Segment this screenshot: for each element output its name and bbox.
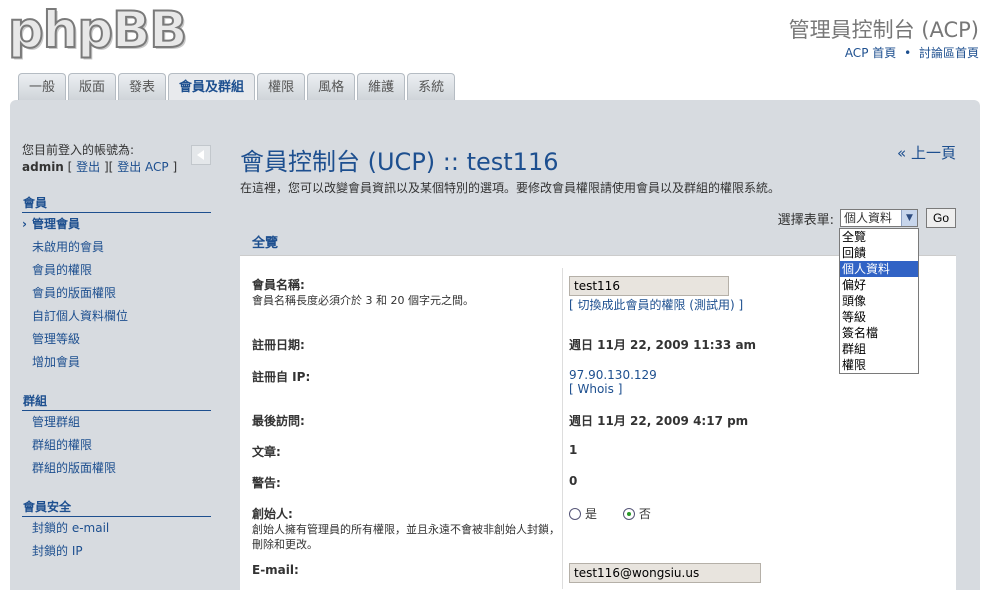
- form-select-value: 個人資料: [843, 211, 892, 225]
- posts-value: 1: [569, 443, 578, 457]
- sidebar-section-users: 會員 管理會員 未啟用的會員 會員的權限 會員的版面權限 自訂個人資料欄位 管理…: [22, 194, 212, 374]
- phpbb-logo: phpBB: [7, 1, 188, 59]
- option-groups[interactable]: 群組: [840, 341, 918, 357]
- founder-desc: 創始人擁有管理員的所有權限，並且永遠不會被非創始人封鎖，刪除和更改。: [252, 523, 560, 551]
- back-link[interactable]: « 上一頁: [897, 142, 956, 163]
- reg-ip-label: 註冊自 IP:: [252, 370, 311, 384]
- last-visit-row: 最後訪問: 週日 11月 22, 2009 4:17 pm: [252, 404, 944, 435]
- founder-yes-label: 是: [585, 507, 598, 521]
- sidebar-item-group-forum-permissions[interactable]: 群組的版面權限: [22, 457, 212, 480]
- sidebar-item-manage-users[interactable]: 管理會員: [22, 213, 212, 236]
- sidebar-item-manage-groups[interactable]: 管理群組: [22, 411, 212, 434]
- sidebar-item-add-user[interactable]: 增加會員: [22, 351, 212, 374]
- form-selector: 選擇表單: 個人資料 ▼ Go: [778, 208, 956, 228]
- sidebar-heading-security: 會員安全: [22, 498, 211, 517]
- form-select[interactable]: 個人資料 ▼: [839, 209, 918, 227]
- email-input[interactable]: [569, 563, 761, 583]
- founder-row: 創始人: 創始人擁有管理員的所有權限，並且永遠不會被非創始人封鎖，刪除和更改。 …: [252, 497, 944, 555]
- main-tabs: 一般 版面 發表 會員及群組 權限 風格 維護 系統: [18, 73, 457, 101]
- warnings-value: 0: [569, 474, 578, 488]
- option-preferences[interactable]: 偏好: [840, 277, 918, 293]
- option-avatar[interactable]: 頭像: [840, 293, 918, 309]
- posts-label: 文章:: [252, 445, 281, 459]
- sidebar-section-security: 會員安全 封鎖的 e-mail 封鎖的 IP: [22, 498, 212, 563]
- tab-general[interactable]: 一般: [18, 73, 67, 100]
- sidebar-item-ban-ip[interactable]: 封鎖的 IP: [22, 540, 212, 563]
- current-username: admin: [22, 160, 64, 174]
- form-select-options: 全覽 回饋 個人資料 偏好 頭像 等級 簽名檔 群組 權限: [839, 228, 919, 374]
- username-desc: 會員名稱長度必須介於 3 和 20 個字元之間。: [252, 294, 474, 307]
- tab-users-groups[interactable]: 會員及群組: [168, 73, 256, 101]
- sidebar-item-manage-ranks[interactable]: 管理等級: [22, 328, 212, 351]
- email-row: E-mail:: [252, 555, 944, 589]
- login-prefix: 您目前登入的帳號為:: [22, 143, 135, 157]
- reg-date-label: 註冊日期:: [252, 338, 305, 352]
- sidebar-item-inactive-users[interactable]: 未啟用的會員: [22, 236, 212, 259]
- login-info: 您目前登入的帳號為: admin [ 登出 ][ 登出 ACP ]: [22, 143, 178, 174]
- founder-no-radio[interactable]: [622, 507, 635, 520]
- last-visit-label: 最後訪問:: [252, 414, 305, 428]
- acp-title: 管理員控制台 (ACP): [788, 18, 979, 42]
- board-home-link[interactable]: 討論區首頁: [919, 46, 979, 60]
- sidebar-item-group-permissions[interactable]: 群組的權限: [22, 434, 212, 457]
- email-label: E-mail:: [252, 563, 299, 577]
- chevron-down-icon[interactable]: ▼: [900, 210, 917, 226]
- tab-styles[interactable]: 風格: [307, 73, 356, 100]
- option-rank[interactable]: 等級: [840, 309, 918, 325]
- acp-home-link[interactable]: ACP 首頁: [845, 46, 896, 60]
- reg-date-value: 週日 11月 22, 2009 11:33 am: [569, 338, 757, 352]
- page-description: 在這裡，您可以改變會員資訊以及某個特別的選項。要修改會員權限請使用會員以及群組的…: [240, 181, 781, 195]
- sidebar-section-groups: 群組 管理群組 群組的權限 群組的版面權限: [22, 392, 212, 480]
- option-feedback[interactable]: 回饋: [840, 245, 918, 261]
- warnings-label: 警告:: [252, 476, 281, 490]
- option-signature[interactable]: 簽名檔: [840, 325, 918, 341]
- sidebar: 您目前登入的帳號為: admin [ 登出 ][ 登出 ACP ] 會員 管理會…: [22, 142, 212, 563]
- logout-acp-link[interactable]: 登出 ACP: [117, 160, 168, 174]
- tab-overview[interactable]: 全覽: [240, 232, 290, 251]
- last-visit-value: 週日 11月 22, 2009 4:17 pm: [569, 414, 749, 428]
- whois-link[interactable]: [ Whois ]: [569, 382, 622, 396]
- founder-yes-radio[interactable]: [569, 507, 581, 520]
- founder-label: 創始人:: [252, 507, 293, 521]
- option-permissions[interactable]: 權限: [840, 357, 918, 373]
- tab-permissions[interactable]: 權限: [257, 73, 306, 100]
- warnings-row: 警告: 0: [252, 466, 944, 497]
- top-links: ACP 首頁 • 討論區首頁: [845, 44, 979, 61]
- switch-permissions-link[interactable]: [ 切換成此會員的權限 (測試用) ]: [569, 298, 743, 312]
- select-form-label: 選擇表單:: [777, 212, 834, 228]
- username-label: 會員名稱:: [252, 278, 305, 292]
- sidebar-item-user-permissions[interactable]: 會員的權限: [22, 259, 212, 282]
- tab-system[interactable]: 系統: [407, 73, 456, 100]
- posts-row: 文章: 1: [252, 435, 944, 466]
- option-overview[interactable]: 全覽: [840, 229, 918, 245]
- tab-maintenance[interactable]: 維護: [357, 73, 406, 100]
- logout-link[interactable]: 登出: [76, 160, 100, 174]
- tab-posting[interactable]: 發表: [118, 73, 167, 100]
- reg-ip-link[interactable]: 97.90.130.129: [569, 368, 657, 382]
- go-button[interactable]: Go: [925, 208, 956, 228]
- username-input[interactable]: [569, 276, 729, 296]
- main-content: 會員控制台 (UCP) :: test116 « 上一頁 在這裡，您可以改變會員…: [240, 142, 956, 228]
- sidebar-item-ban-email[interactable]: 封鎖的 e-mail: [22, 517, 212, 540]
- option-profile[interactable]: 個人資料: [840, 261, 918, 277]
- sidebar-item-user-forum-permissions[interactable]: 會員的版面權限: [22, 282, 212, 305]
- link-separator: •: [904, 46, 912, 60]
- sidebar-heading-groups: 群組: [22, 392, 211, 411]
- tab-forums[interactable]: 版面: [68, 73, 117, 100]
- sidebar-item-custom-profile-fields[interactable]: 自訂個人資料欄位: [22, 305, 212, 328]
- sidebar-heading-users: 會員: [22, 194, 211, 213]
- page-title: 會員控制台 (UCP) :: test116: [240, 148, 559, 176]
- founder-no-label: 否: [638, 507, 651, 521]
